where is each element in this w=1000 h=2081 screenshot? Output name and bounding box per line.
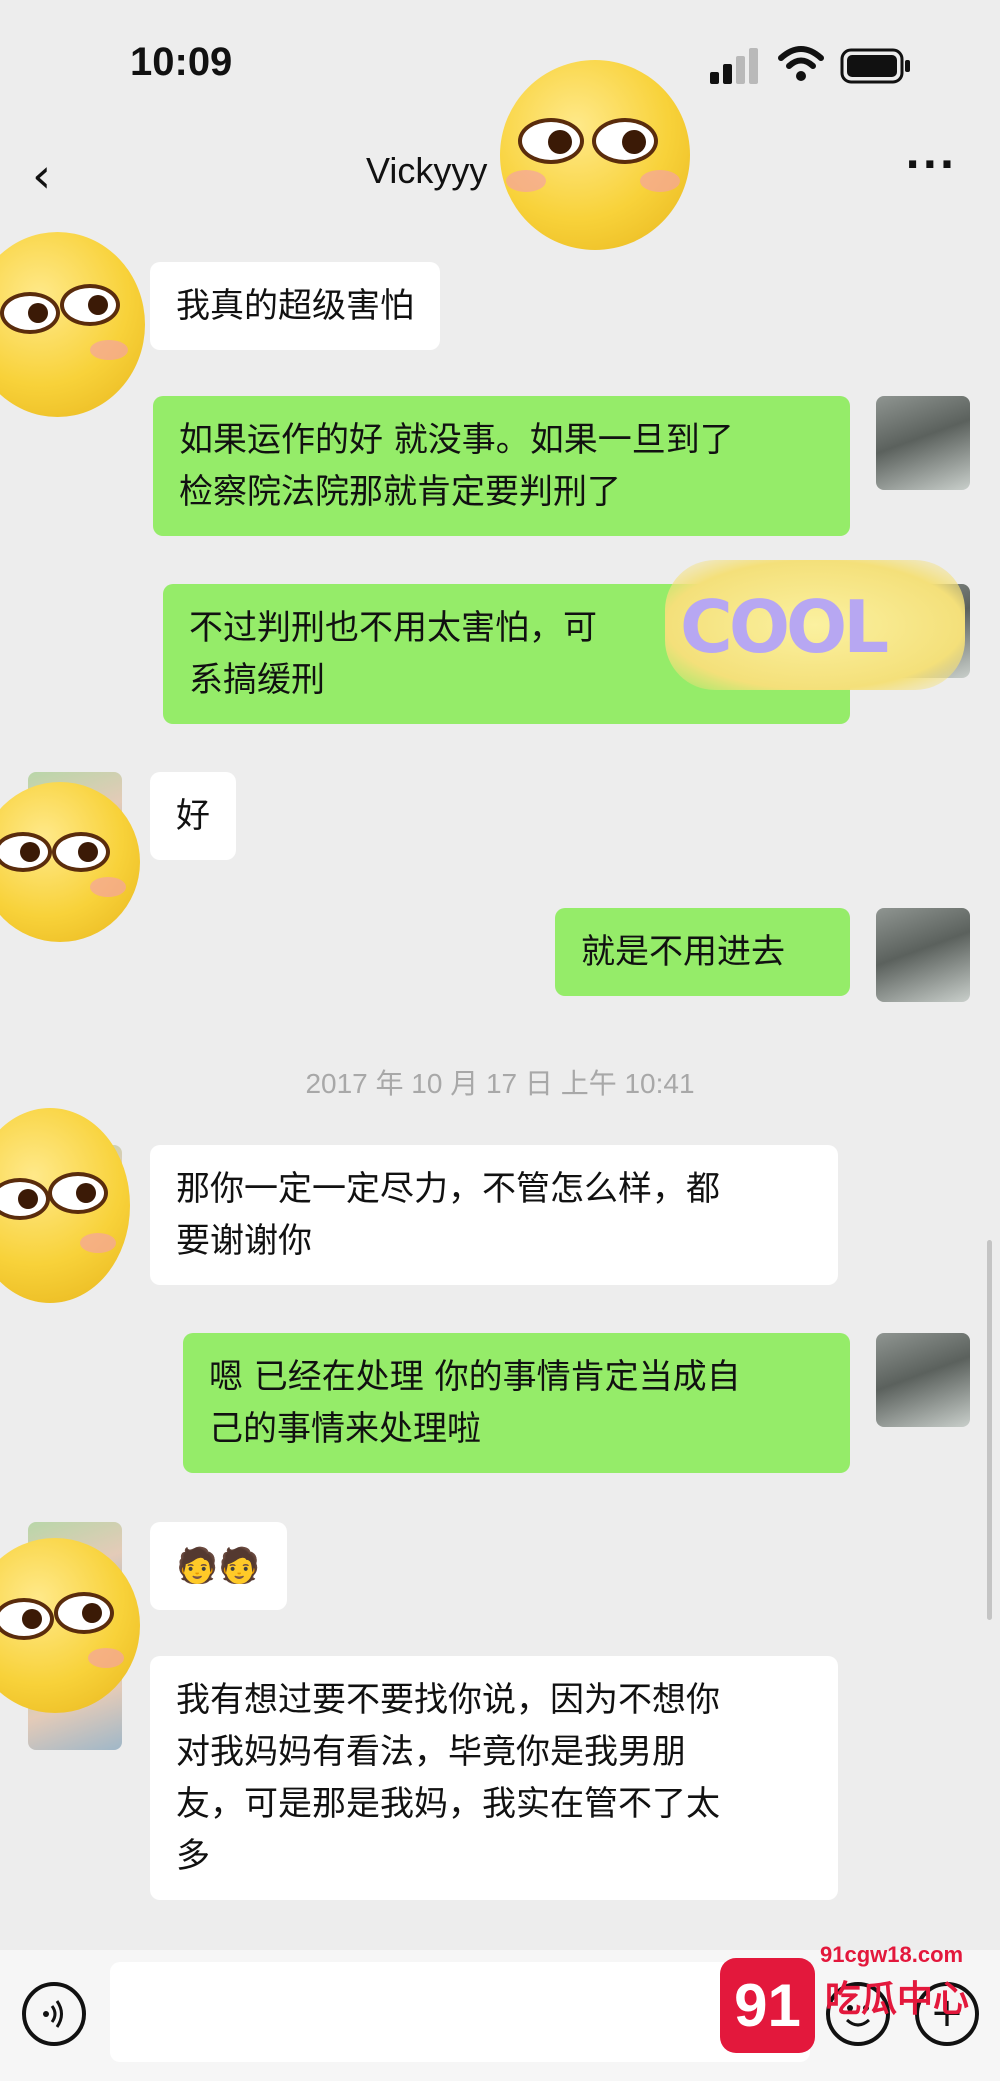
my-avatar[interactable] [876,908,970,1002]
message-input[interactable] [110,1962,810,2062]
message-bubble-left[interactable]: 我有想过要不要找你说，因为不想你 对我妈妈有看法，毕竟你是我男朋 友，可是那是我… [150,1656,838,1900]
cool-sticker-text: COOL [680,585,889,669]
my-avatar[interactable] [876,1333,970,1427]
smiley-emoji-sticker [0,1108,130,1303]
message-bubble-left[interactable]: 那你一定一定尽力，不管怎么样，都 要谢谢你 [150,1145,838,1285]
message-bubble-right[interactable]: 嗯 已经在处理 你的事情肯定当成自 己的事情来处理啦 [183,1333,850,1473]
watermark-url: 91cgw18.com [820,1942,964,1967]
smiley-emoji-sticker [0,232,145,417]
chat-timestamp: 2017 年 10 月 17 日 上午 10:41 [305,1068,695,1099]
watermark-badge: 91 [720,1958,815,2053]
message-bubble-left[interactable]: 好 [150,772,236,860]
signal-icon [710,48,758,84]
message-bubble-left[interactable]: 我真的超级害怕 [150,262,440,350]
chat-title: Vickyyy [366,150,488,191]
voice-button[interactable] [22,1982,86,2046]
message-bubble-left[interactable]: 🧑🧑 [150,1522,287,1610]
voice-icon [43,2000,63,2028]
battery-icon [840,48,912,88]
more-button[interactable]: ··· [905,142,957,188]
message-bubble-right[interactable]: 如果运作的好 就没事。如果一旦到了 检察院法院那就肯定要判刑了 [153,396,850,536]
wifi-icon [778,44,824,88]
smiley-emoji-sticker [500,60,690,250]
back-button[interactable]: ‹ [32,148,51,204]
watermark-name: 吃瓜中心 [825,1979,970,2020]
scrollbar[interactable] [987,1240,992,1620]
message-bubble-right[interactable]: 就是不用进去 [555,908,850,996]
status-time: 10:09 [130,40,233,84]
my-avatar[interactable] [876,396,970,490]
